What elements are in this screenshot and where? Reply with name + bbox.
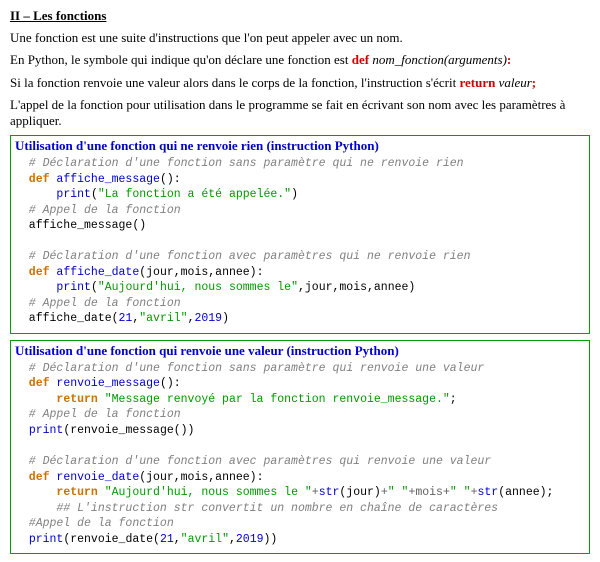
b2-l2-name: renvoie_message: [56, 377, 160, 390]
p2-pre: En Python, le symbole qui indique qu'on …: [10, 52, 352, 67]
b2-l3-ind: [15, 393, 56, 406]
b1-l10-n2: 2019: [194, 312, 222, 325]
b2-c4: # Appel de la fonction: [15, 408, 181, 421]
b2-l5-a: [15, 424, 29, 437]
b1-l3-ind: [15, 188, 56, 201]
b2-l11-s: "avril": [181, 533, 229, 546]
b2-l11-n2: 2019: [236, 533, 264, 546]
b1-l7-name: affiche_date: [56, 266, 139, 279]
b2-l8-ind: [15, 486, 56, 499]
b1-l10-s: "avril": [139, 312, 187, 325]
b1-l8-ind: [15, 281, 56, 294]
p2-sig: nom_fonction: [369, 52, 444, 67]
b2-l7-rest: (jour,mois,annee):: [139, 471, 263, 484]
b2-l8-p1: +: [312, 486, 319, 499]
b2-l8-s1: "Aujourd'hui, nous sommes le ": [105, 486, 312, 499]
def-keyword: def: [352, 52, 369, 67]
b1-l3-cl: ): [291, 188, 298, 201]
p2-colon: :: [507, 52, 511, 67]
return-keyword: return: [459, 75, 495, 90]
b2-l3-str: "Message renvoyé par la fonction renvoie…: [105, 393, 450, 406]
b2-c1: # Déclaration d'une fonction sans paramè…: [15, 362, 484, 375]
b1-l8-op: (: [91, 281, 98, 294]
b2-l8-p3: +mois+: [408, 486, 449, 499]
b1-l7-rest: (jour,mois,annee):: [139, 266, 263, 279]
p3-val: valeur: [495, 75, 531, 90]
b2-l8-p2: +: [381, 486, 388, 499]
b2-l8-a1: (jour): [339, 486, 380, 499]
b2-l2-def: def: [15, 377, 56, 390]
b1-l2-rest: ():: [160, 173, 181, 186]
section-heading: II – Les fonctions: [10, 8, 590, 24]
b1-c6: # Déclaration d'une fonction avec paramè…: [15, 250, 470, 263]
box1-code: # Déclaration d'une fonction sans paramè…: [15, 156, 585, 327]
box2-code: # Déclaration d'une fonction sans paramè…: [15, 361, 585, 547]
b2-l8-str2: str: [478, 486, 499, 499]
p2-args: (arguments): [444, 52, 507, 67]
b1-c4: # Appel de la fonction: [15, 204, 181, 217]
b2-l8-a2: (annee);: [498, 486, 553, 499]
b2-c10: #Appel de la fonction: [15, 517, 174, 530]
b2-l8-s3: " ": [450, 486, 471, 499]
b2-l11-c: ,: [174, 533, 181, 546]
b2-l11-d: ,: [229, 533, 236, 546]
b2-l8-ret: return: [56, 486, 104, 499]
b1-c9: # Appel de la fonction: [15, 297, 181, 310]
b2-l11-e: )): [264, 533, 278, 546]
b2-l11-n1: 21: [160, 533, 174, 546]
b2-c9: ## L'instruction str convertit un nombre…: [15, 502, 498, 515]
b2-l7-def: def: [15, 471, 56, 484]
b2-l8-str1: str: [319, 486, 340, 499]
b2-l11-b: (renvoie_date(: [63, 533, 160, 546]
b2-l7-name: renvoie_date: [56, 471, 139, 484]
p3-semi: ;: [532, 75, 536, 90]
intro-para-3: Si la fonction renvoie une valeur alors …: [10, 75, 590, 91]
b1-l3-fn: print: [56, 188, 91, 201]
b1-l8-str: "Aujourd'hui, nous sommes le": [98, 281, 298, 294]
code-box-with-return: Utilisation d'une fonction qui renvoie u…: [10, 340, 590, 554]
b2-l11-a: [15, 533, 29, 546]
b1-l2-name: affiche_message: [56, 173, 160, 186]
b2-l11-fn: print: [29, 533, 64, 546]
b1-l10-d: ): [222, 312, 229, 325]
b1-l8-mid: ,jour,mois,annee): [298, 281, 415, 294]
b2-c6: # Déclaration d'une fonction avec paramè…: [15, 455, 491, 468]
b2-l3-semi: ;: [450, 393, 457, 406]
b1-l8-fn: print: [56, 281, 91, 294]
box1-title: Utilisation d'une fonction qui ne renvoi…: [15, 138, 585, 154]
b2-l5-fn: print: [29, 424, 64, 437]
intro-para-2: En Python, le symbole qui indique qu'on …: [10, 52, 590, 68]
b1-l10-n1: 21: [119, 312, 133, 325]
b1-l2-def: def: [15, 173, 56, 186]
b2-l2-rest: ():: [160, 377, 181, 390]
b2-l5-b: (renvoie_message()): [63, 424, 194, 437]
intro-para-4: L'appel de la fonction pour utilisation …: [10, 97, 590, 130]
code-box-no-return: Utilisation d'une fonction qui ne renvoi…: [10, 135, 590, 334]
p3-pre: Si la fonction renvoie une valeur alors …: [10, 75, 459, 90]
b1-l7-def: def: [15, 266, 56, 279]
intro-para-1: Une fonction est une suite d'instruction…: [10, 30, 590, 46]
b2-l8-s2: " ": [388, 486, 409, 499]
b1-l5: affiche_message(): [15, 219, 146, 232]
b1-c1: # Déclaration d'une fonction sans paramè…: [15, 157, 464, 170]
b1-l10-a: affiche_date(: [15, 312, 119, 325]
box2-title: Utilisation d'une fonction qui renvoie u…: [15, 343, 585, 359]
b2-l8-p4: +: [471, 486, 478, 499]
b1-l3-str: "La fonction a été appelée.": [98, 188, 291, 201]
b2-l3-ret: return: [56, 393, 104, 406]
b1-l3-op: (: [91, 188, 98, 201]
